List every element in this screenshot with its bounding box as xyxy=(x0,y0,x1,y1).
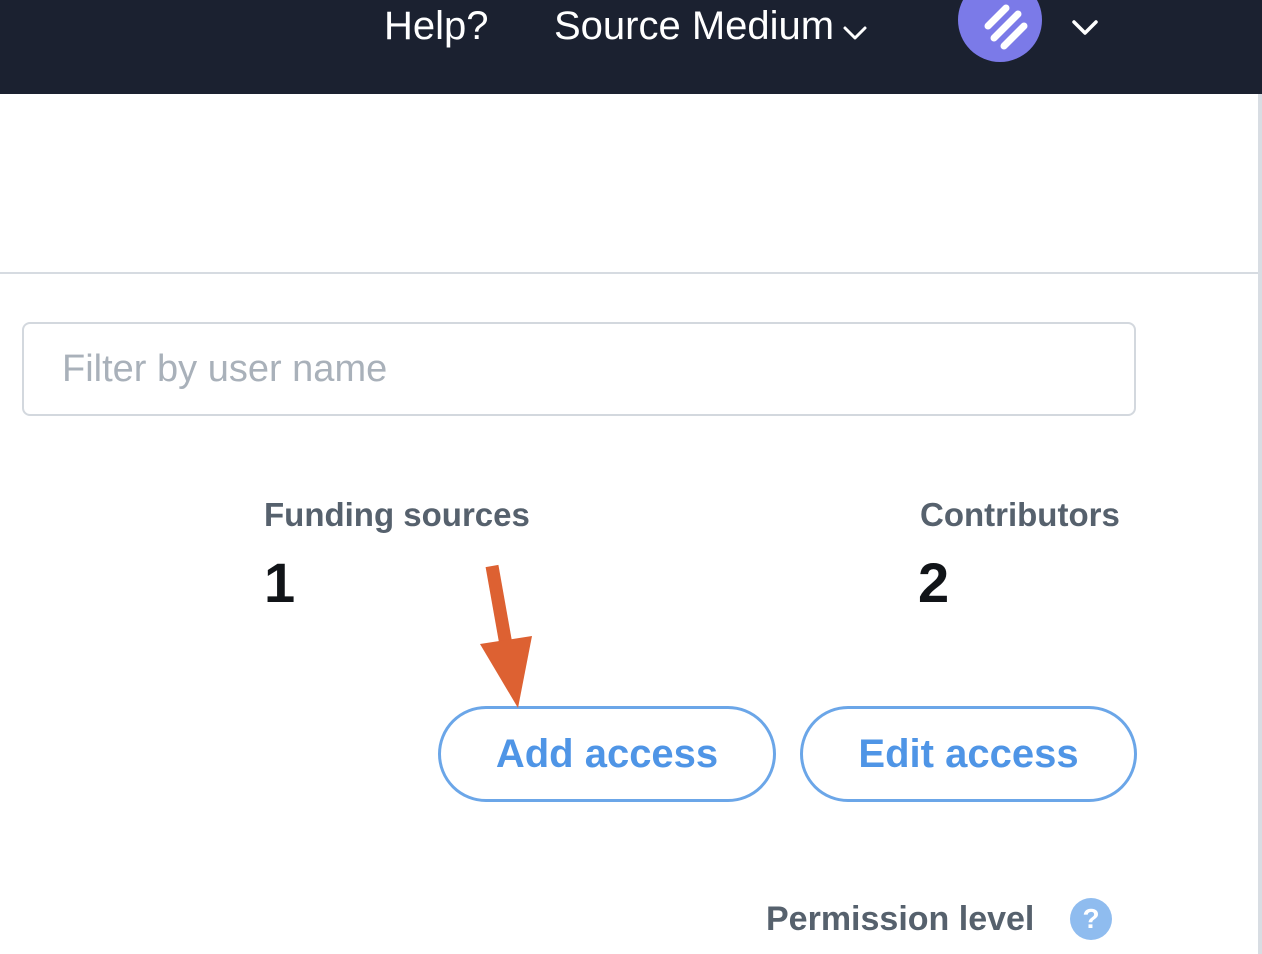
section-divider xyxy=(0,272,1258,274)
funding-sources-label: Funding sources xyxy=(264,496,530,533)
filter-by-user-name-input[interactable] xyxy=(22,322,1136,416)
contributors-count: 2 xyxy=(918,551,950,614)
logo-stripes-icon xyxy=(984,4,1028,50)
edit-access-button[interactable]: Edit access xyxy=(800,706,1137,802)
add-access-button[interactable]: Add access xyxy=(438,706,776,802)
avatar-chevron-down-icon[interactable] xyxy=(1070,18,1100,43)
help-link[interactable]: Help? xyxy=(384,6,489,46)
contributors-label: Contributors xyxy=(920,496,1120,533)
top-navigation-bar: Help? Source Medium xyxy=(0,0,1262,94)
permission-level-label: Permission level xyxy=(766,900,1035,938)
account-switcher[interactable]: Source Medium xyxy=(554,6,868,48)
chevron-down-icon xyxy=(842,8,868,48)
account-avatar[interactable] xyxy=(958,0,1042,62)
panel-edge xyxy=(1258,94,1262,954)
question-circle-icon[interactable]: ? xyxy=(1070,898,1112,940)
arrow-down-icon xyxy=(480,564,532,708)
page: Help? Source Medium Funding sources 1 Co… xyxy=(0,0,1262,954)
funding-sources-count: 1 xyxy=(264,551,296,614)
account-name: Source Medium xyxy=(554,4,835,48)
